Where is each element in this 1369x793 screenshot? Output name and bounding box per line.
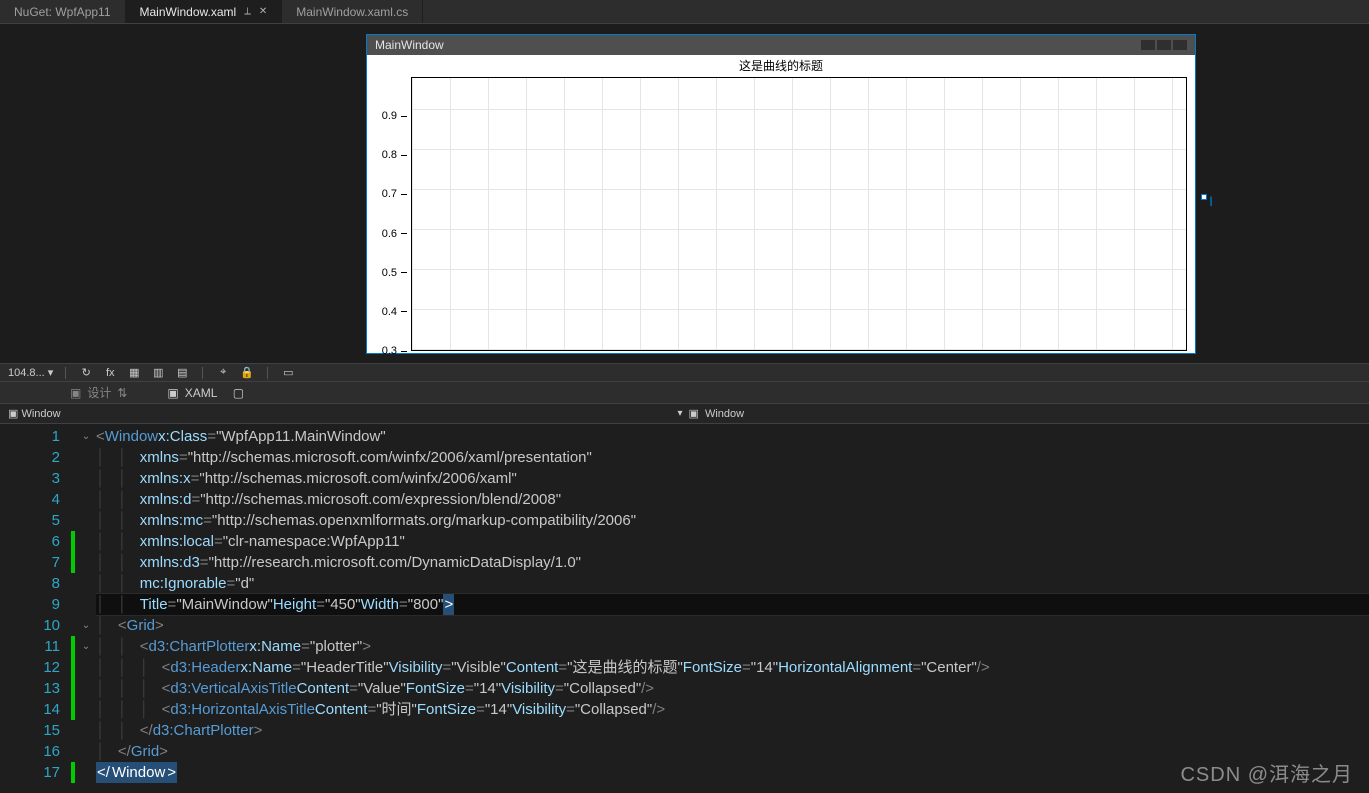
grid3-icon[interactable]: ▤	[174, 366, 190, 380]
popout-icon[interactable]: ▢	[233, 386, 244, 400]
insertion-marker: I	[1209, 194, 1213, 208]
design-tab[interactable]: ▣ 设计 ⇅	[70, 384, 127, 401]
code-content[interactable]: <Window x:Class="WpfApp11.MainWindow"│ │…	[96, 424, 1369, 793]
swap-icon[interactable]: ⇅	[117, 386, 127, 400]
line-number-gutter: 1234567891011121314151617	[0, 424, 70, 793]
grid2-icon[interactable]: ▥	[150, 366, 166, 380]
tab-nuget[interactable]: NuGet: WpfApp11	[0, 0, 126, 23]
snap-icon[interactable]: ⌖	[215, 366, 231, 380]
chart-area: 这是曲线的标题 0.30.40.50.60.70.80.9	[367, 55, 1195, 353]
close-icon[interactable]: ✕	[259, 6, 267, 17]
code-editor[interactable]: 1234567891011121314151617 ⌄⌄⌄ <Window x:…	[0, 424, 1369, 793]
breadcrumb-right[interactable]: ▾ ▣ Window	[678, 407, 745, 420]
fold-margin[interactable]: ⌄⌄⌄	[76, 424, 96, 793]
preview-window-title: MainWindow	[375, 38, 444, 52]
designer-toolbar: 104.8... ▾ ↻ fx ▦ ▥ ▤ ⌖ 🔒 ▭	[0, 364, 1369, 382]
xaml-tab[interactable]: ▣ XAML ▢	[167, 386, 244, 400]
window-close-icon	[1173, 40, 1187, 50]
designer-surface[interactable]: I MainWindow 这是曲线的标题 0.30.40.50.60.70.80…	[0, 24, 1369, 364]
tab-mainwindow-xaml[interactable]: MainWindow.xaml⟂✕	[126, 0, 283, 23]
breadcrumb: ▣ Window ▾ ▣ Window	[0, 404, 1369, 424]
fx-icon[interactable]: fx	[102, 366, 118, 380]
resize-handle[interactable]	[1201, 194, 1207, 200]
document-tabs: NuGet: WpfApp11 MainWindow.xaml⟂✕ MainWi…	[0, 0, 1369, 24]
lock-icon[interactable]: 🔒	[239, 366, 255, 380]
y-axis-ticks: 0.30.40.50.60.70.80.9	[377, 77, 407, 351]
view-switcher: ▣ 设计 ⇅ ▣ XAML ▢	[0, 382, 1369, 404]
pin-icon[interactable]: ⟂	[244, 6, 251, 17]
preview-titlebar: MainWindow	[367, 35, 1195, 55]
tab-mainwindow-xaml-cs[interactable]: MainWindow.xaml.cs	[282, 0, 423, 23]
zoom-combo[interactable]: 104.8... ▾	[8, 366, 53, 379]
breadcrumb-left[interactable]: ▣ Window	[8, 407, 61, 420]
refresh-icon[interactable]: ↻	[78, 366, 94, 380]
preview-window[interactable]: I MainWindow 这是曲线的标题 0.30.40.50.60.70.80…	[366, 34, 1196, 354]
plot-grid	[411, 77, 1187, 351]
window-max-icon	[1157, 40, 1171, 50]
tool-icon[interactable]: ▭	[280, 366, 296, 380]
chart-title: 这是曲线的标题	[367, 55, 1195, 76]
window-min-icon	[1141, 40, 1155, 50]
grid1-icon[interactable]: ▦	[126, 366, 142, 380]
